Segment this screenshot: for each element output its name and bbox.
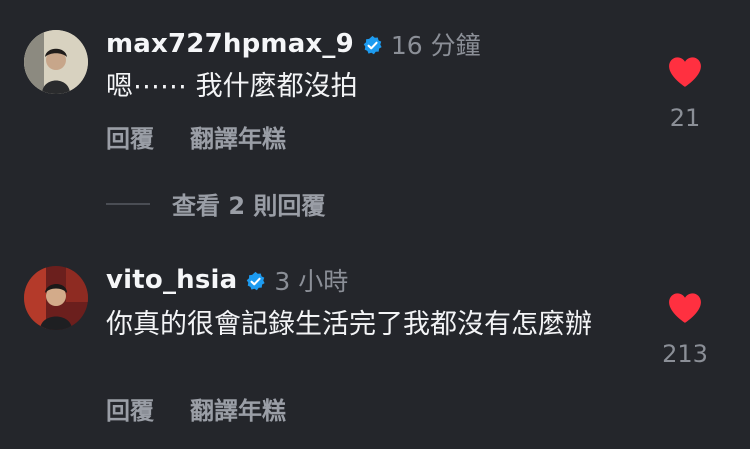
verified-badge-icon — [247, 271, 266, 290]
translate-button[interactable]: 翻譯年糕 — [190, 391, 286, 426]
comment-text: 你真的很會記錄生活完了我都沒有怎麼辦 — [106, 309, 592, 340]
avatar[interactable] — [24, 30, 88, 94]
comment-actions: 回覆 翻譯年糕 — [106, 119, 286, 154]
comment-text: 嗯⋯⋯ 我什麼都沒拍 — [106, 71, 358, 102]
username[interactable]: max727hpmax_9 — [106, 29, 354, 59]
translate-button[interactable]: 翻譯年糕 — [190, 119, 286, 154]
like-button[interactable]: 213 — [650, 292, 720, 368]
view-replies-button[interactable]: 查看 2 則回覆 — [106, 186, 325, 221]
avatar[interactable] — [24, 266, 88, 330]
view-replies-label: 查看 2 則回覆 — [172, 192, 326, 220]
username[interactable]: vito_hsia — [106, 265, 237, 295]
verified-badge-icon — [363, 35, 382, 54]
timestamp: 3 小時 — [274, 267, 349, 296]
reply-button[interactable]: 回覆 — [106, 391, 154, 426]
like-count: 21 — [669, 104, 701, 132]
heart-icon[interactable] — [668, 292, 702, 324]
comment-header: vito_hsia 3 小時 — [106, 262, 348, 298]
divider — [106, 202, 150, 205]
comment-actions: 回覆 翻譯年糕 — [106, 391, 286, 426]
heart-icon[interactable] — [668, 56, 702, 88]
like-count: 213 — [662, 340, 708, 368]
timestamp: 16 分鐘 — [390, 31, 481, 60]
comment: max727hpmax_9 16 分鐘 嗯⋯⋯ 我什麼都沒拍 回覆 翻譯年糕 2… — [0, 0, 750, 240]
comment-header: max727hpmax_9 16 分鐘 — [106, 26, 481, 62]
comment: vito_hsia 3 小時 你真的很會記錄生活完了我都沒有怎麼辦 回覆 翻譯年… — [0, 248, 750, 449]
like-button[interactable]: 21 — [650, 56, 720, 132]
reply-button[interactable]: 回覆 — [106, 119, 154, 154]
